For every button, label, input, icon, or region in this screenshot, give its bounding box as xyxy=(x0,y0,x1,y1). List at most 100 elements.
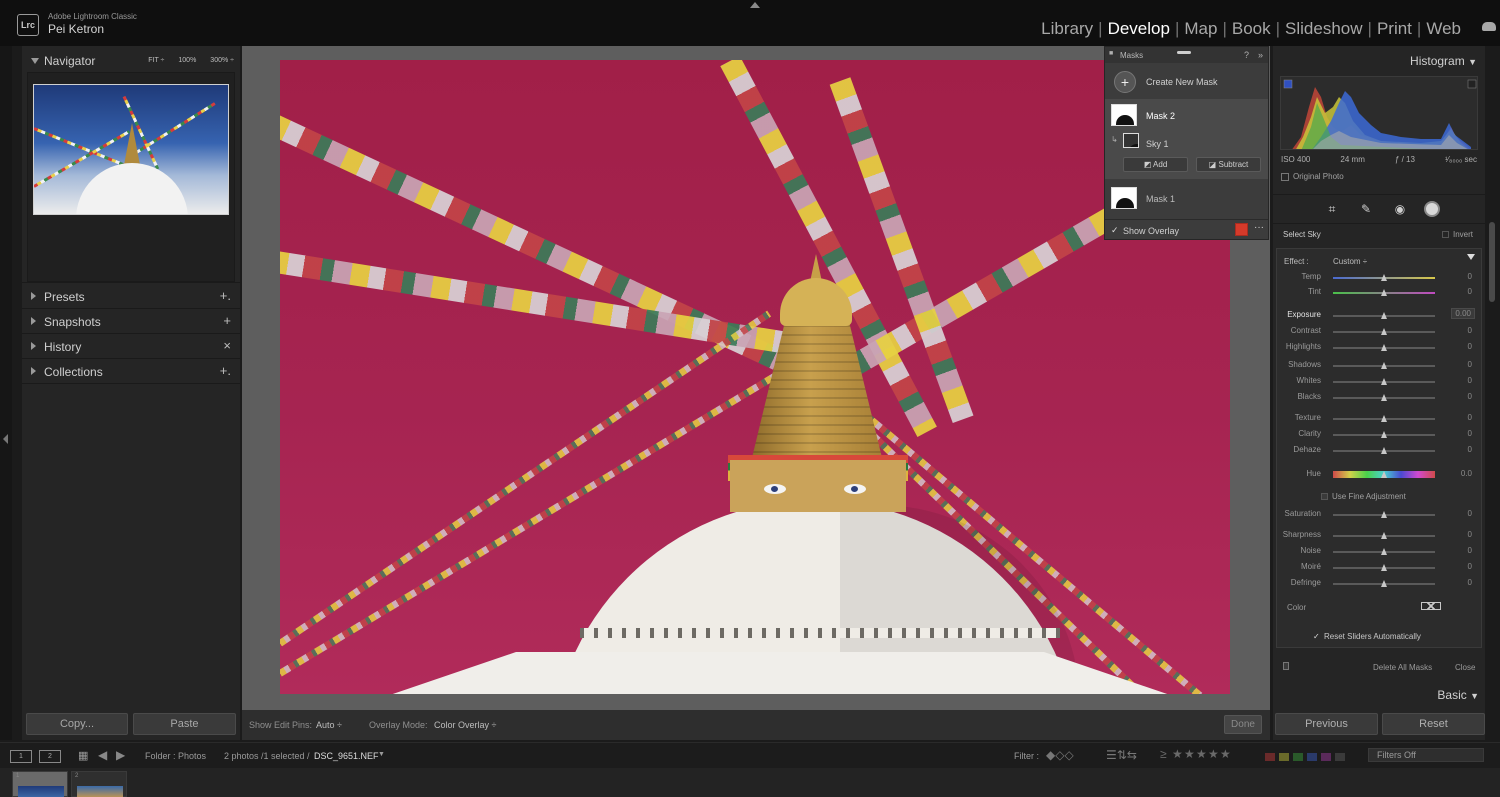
overlay-color-swatch[interactable] xyxy=(1235,223,1248,236)
grid-view-icon[interactable]: ▦ xyxy=(78,749,88,762)
mask-component-name[interactable]: Sky 1 xyxy=(1146,139,1169,149)
exposure-slider[interactable]: Exposure 0.00 xyxy=(1277,308,1481,323)
user-name[interactable]: Pei Ketron xyxy=(48,22,104,36)
slider-knob-icon[interactable] xyxy=(1381,471,1387,478)
back-arrow-icon[interactable]: ◀ xyxy=(98,748,107,762)
filmstrip-thumbnail[interactable]: 2 xyxy=(71,771,127,797)
module-book[interactable]: Book xyxy=(1227,19,1276,39)
clear-history-icon[interactable]: × xyxy=(223,338,231,353)
zoom-fit[interactable]: FIT ÷ xyxy=(148,57,164,64)
dehaze-value[interactable]: 0 xyxy=(1468,445,1472,454)
rating-filter[interactable]: ≥ ★★★★★ xyxy=(1160,747,1232,761)
copy-settings-button[interactable]: Copy... xyxy=(26,713,128,735)
folder-source[interactable]: Folder : Photos xyxy=(145,751,206,761)
selected-filename[interactable]: DSC_9651.NEF xyxy=(314,751,379,761)
navigator-thumbnail[interactable] xyxy=(33,84,229,215)
previous-button[interactable]: Previous xyxy=(1275,713,1378,735)
sharpness-slider[interactable]: Sharpness 0 xyxy=(1277,529,1481,543)
add-to-mask-button[interactable]: ◩ Add xyxy=(1123,157,1188,172)
red-label-filter[interactable] xyxy=(1265,753,1275,761)
toggle-switch-icon[interactable] xyxy=(1283,662,1289,670)
slider-knob-icon[interactable] xyxy=(1381,511,1387,518)
slider-knob-icon[interactable] xyxy=(1381,394,1387,401)
fine-adjustment-toggle[interactable]: Use Fine Adjustment xyxy=(1321,492,1406,501)
collections-header[interactable]: Collections +. xyxy=(22,359,240,383)
zoom-300[interactable]: 300% ÷ xyxy=(210,57,234,64)
slider-knob-icon[interactable] xyxy=(1381,362,1387,369)
saturation-slider[interactable]: Saturation 0 xyxy=(1277,508,1481,522)
drag-handle-icon[interactable] xyxy=(1177,51,1191,54)
slider-knob-icon[interactable] xyxy=(1381,289,1387,296)
blue-label-filter[interactable] xyxy=(1307,753,1317,761)
tint-slider[interactable]: Tint 0 xyxy=(1277,286,1481,300)
moir-value[interactable]: 0 xyxy=(1468,562,1472,571)
shadows-value[interactable]: 0 xyxy=(1468,360,1472,369)
add-collection-icon[interactable]: +. xyxy=(220,363,231,378)
histogram[interactable] xyxy=(1280,76,1478,150)
paste-settings-button[interactable]: Paste xyxy=(133,713,236,735)
clarity-slider[interactable]: Clarity 0 xyxy=(1277,428,1481,442)
green-label-filter[interactable] xyxy=(1293,753,1303,761)
collapse-triangle-icon[interactable] xyxy=(1467,254,1475,260)
saturation-value[interactable]: 0 xyxy=(1468,509,1472,518)
help-icon[interactable]: ? xyxy=(1244,50,1249,60)
whites-value[interactable]: 0 xyxy=(1468,376,1472,385)
delete-all-masks-button[interactable]: Delete All Masks xyxy=(1373,663,1432,672)
histogram-header[interactable]: Histogram ▼ xyxy=(1410,54,1477,68)
crop-icon[interactable]: ⌗ xyxy=(1325,202,1339,216)
temp-slider[interactable]: Temp 0 xyxy=(1277,271,1481,285)
clarity-value[interactable]: 0 xyxy=(1468,429,1472,438)
color-swatch-icon[interactable] xyxy=(1421,602,1441,610)
highlights-slider[interactable]: Highlights 0 xyxy=(1277,341,1481,355)
defringe-slider[interactable]: Defringe 0 xyxy=(1277,577,1481,591)
healing-brush-icon[interactable]: ✎ xyxy=(1359,202,1373,216)
collapse-chevrons-icon[interactable]: » xyxy=(1258,50,1263,60)
noise-slider[interactable]: Noise 0 xyxy=(1277,545,1481,559)
left-panel-edge[interactable] xyxy=(0,46,12,740)
sharpness-value[interactable]: 0 xyxy=(1468,530,1472,539)
edit-pins-select[interactable]: Auto ÷ xyxy=(316,720,342,730)
slider-knob-icon[interactable] xyxy=(1381,532,1387,539)
red-eye-icon[interactable]: ◉ xyxy=(1393,202,1407,216)
presets-header[interactable]: Presets +. xyxy=(22,284,240,308)
texture-slider[interactable]: Texture 0 xyxy=(1277,412,1481,426)
slider-knob-icon[interactable] xyxy=(1381,328,1387,335)
add-snapshot-icon[interactable]: + xyxy=(223,313,231,328)
navigator-header[interactable]: Navigator FIT ÷ 100% 300% ÷ xyxy=(22,48,240,72)
invert-toggle[interactable]: Invert xyxy=(1441,230,1473,239)
original-photo-toggle[interactable]: Original Photo xyxy=(1281,172,1344,181)
texture-value[interactable]: 0 xyxy=(1468,413,1472,422)
hue-slider[interactable]: Hue 0.0 xyxy=(1277,468,1481,482)
contrast-slider[interactable]: Contrast 0 xyxy=(1277,325,1481,339)
masks-panel-header[interactable]: ■ Masks ? » xyxy=(1105,47,1268,63)
overlay-mode-select[interactable]: Color Overlay ÷ xyxy=(434,720,496,730)
purple-label-filter[interactable] xyxy=(1321,753,1331,761)
module-develop[interactable]: Develop xyxy=(1103,19,1175,39)
flag-filter-icons[interactable]: ◆◇◇ xyxy=(1046,748,1074,762)
history-header[interactable]: History × xyxy=(22,334,240,358)
blacks-value[interactable]: 0 xyxy=(1468,392,1472,401)
second-screen-toggle[interactable]: 2 xyxy=(39,750,61,763)
tint-value[interactable]: 0 xyxy=(1468,287,1472,296)
slider-knob-icon[interactable] xyxy=(1381,344,1387,351)
create-mask-plus-icon[interactable]: + xyxy=(1114,71,1136,93)
slider-knob-icon[interactable] xyxy=(1381,415,1387,422)
subtract-from-mask-button[interactable]: ◪ Subtract xyxy=(1196,157,1261,172)
noise-value[interactable]: 0 xyxy=(1468,546,1472,555)
exposure-value[interactable]: 0.00 xyxy=(1451,308,1475,319)
module-map[interactable]: Map xyxy=(1179,19,1222,39)
defringe-value[interactable]: 0 xyxy=(1468,578,1472,587)
show-overlay-checkbox[interactable]: ✓ xyxy=(1111,225,1119,236)
whites-slider[interactable]: Whites 0 xyxy=(1277,375,1481,389)
module-print[interactable]: Print xyxy=(1372,19,1417,39)
collapse-left-arrow-icon[interactable] xyxy=(3,434,8,444)
blacks-slider[interactable]: Blacks 0 xyxy=(1277,391,1481,405)
forward-arrow-icon[interactable]: ▶ xyxy=(116,748,125,762)
mask-item-selected[interactable]: Mask 2 ↳ Sky 1 ◩ Add ◪ Subtract xyxy=(1105,99,1268,179)
reset-sliders-toggle[interactable]: ✓ Reset Sliders Automatically xyxy=(1313,632,1421,641)
right-panel-scrollbar[interactable] xyxy=(1489,222,1495,302)
slider-knob-icon[interactable] xyxy=(1381,274,1387,281)
yellow-label-filter[interactable] xyxy=(1279,753,1289,761)
slider-knob-icon[interactable] xyxy=(1381,312,1387,319)
edit-filter-icons[interactable]: ☰⇅⇆ xyxy=(1106,748,1137,762)
